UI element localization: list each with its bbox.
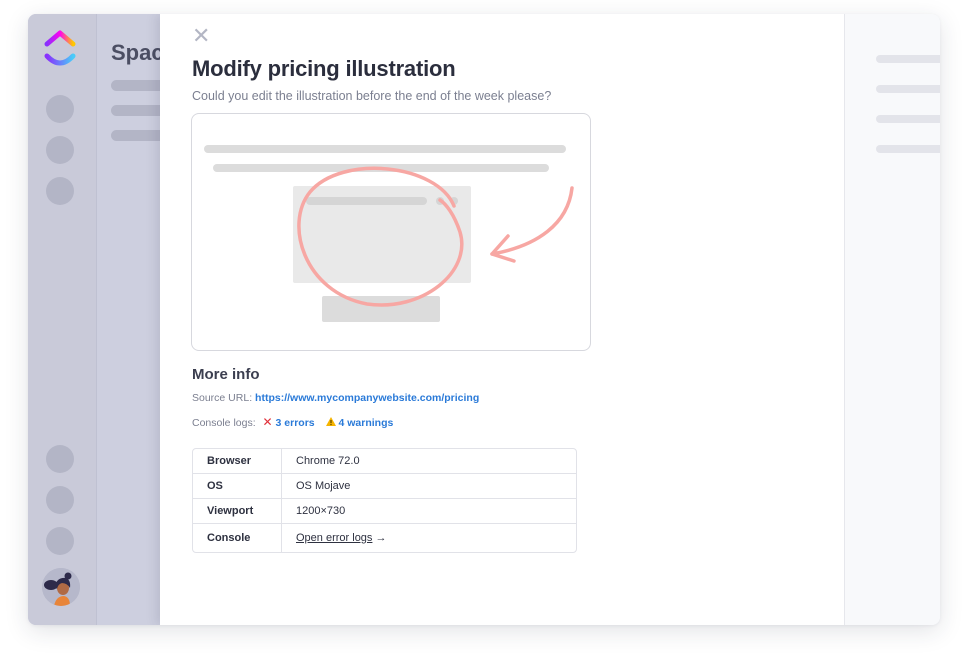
icon-rail (28, 14, 97, 625)
annotated-screenshot (204, 145, 574, 322)
environment-details-table: Browser Chrome 72.0 OS OS Mojave Viewpor… (192, 448, 577, 553)
more-info-heading: More info (192, 366, 260, 383)
detail-key: Console (193, 524, 282, 552)
error-x-icon: ✕ (262, 415, 273, 429)
warning-icon (325, 417, 336, 429)
detail-key: Viewport (193, 499, 282, 524)
rail-item[interactable] (46, 177, 74, 205)
detail-key: Browser (193, 449, 282, 474)
warnings-link[interactable]: 4 warnings (338, 417, 393, 429)
avatar-illustration (42, 568, 80, 606)
task-description: Could you edit the illustration before t… (192, 89, 552, 103)
source-url-link[interactable]: https://www.mycompanywebsite.com/pricing (255, 392, 479, 404)
console-logs-row: Console logs: ✕ 3 errors 4 warnings (192, 415, 393, 429)
task-title: Modify pricing illustration (192, 56, 456, 81)
console-logs-label: Console logs: (192, 417, 256, 429)
activity-panel (844, 14, 940, 625)
detail-value: OS Mojave (282, 474, 576, 499)
rail-item[interactable] (46, 527, 74, 555)
close-icon[interactable]: ✕ (192, 25, 210, 47)
screenshot-preview[interactable] (191, 113, 591, 351)
detail-value: 1200×730 (282, 499, 576, 524)
rail-item[interactable] (46, 136, 74, 164)
table-row: OS OS Mojave (193, 474, 576, 499)
avatar[interactable] (42, 568, 80, 606)
app-window: Space ✕ Modify pricing illustration Coul… (28, 14, 940, 625)
table-row: Browser Chrome 72.0 (193, 449, 576, 474)
rail-item[interactable] (46, 95, 74, 123)
placeholder-bar (876, 145, 940, 153)
table-row: Viewport 1200×730 (193, 499, 576, 524)
source-url-row: Source URL: https://www.mycompanywebsite… (192, 392, 479, 404)
errors-link[interactable]: 3 errors (276, 417, 315, 429)
task-modal: ✕ Modify pricing illustration Could you … (160, 14, 940, 625)
detail-value: Open error logs → (282, 524, 576, 552)
detail-key: OS (193, 474, 282, 499)
arrow-right-icon: → (375, 532, 387, 544)
rail-item[interactable] (46, 445, 74, 473)
source-url-label: Source URL: (192, 392, 253, 404)
rail-item[interactable] (46, 486, 74, 514)
open-error-logs-link[interactable]: Open error logs (296, 532, 372, 544)
placeholder-bar (876, 115, 940, 123)
placeholder-bar (876, 55, 940, 63)
logo-icon[interactable] (42, 28, 78, 70)
placeholder-bar (876, 85, 940, 93)
detail-value: Chrome 72.0 (282, 449, 576, 474)
table-row: Console Open error logs → (193, 524, 576, 552)
